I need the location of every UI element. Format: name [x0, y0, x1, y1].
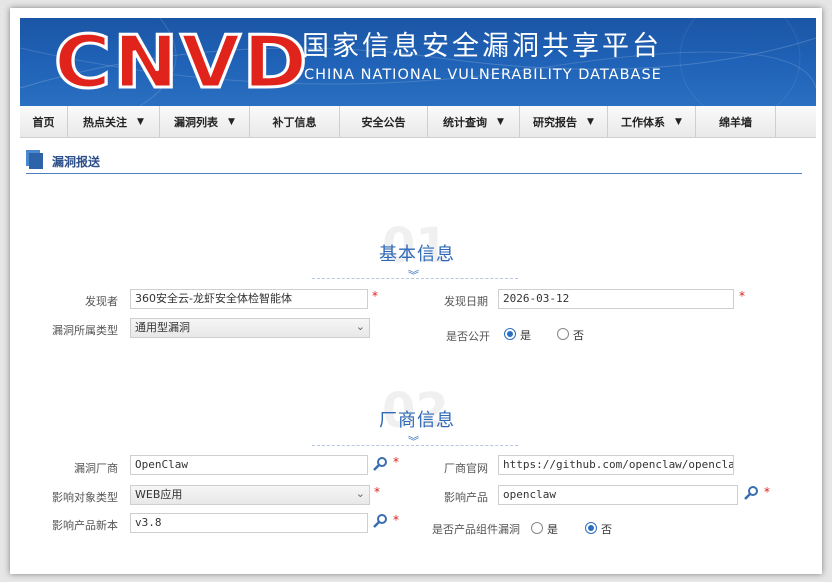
- group-title-vendor: 厂商信息: [379, 410, 455, 431]
- nav-item-stats[interactable]: 统计查询 ▼: [428, 106, 520, 138]
- public-label: 是否公开: [446, 330, 490, 343]
- vuln-type-label: 漏洞所属类型: [52, 324, 118, 337]
- public-no-radio[interactable]: [557, 328, 569, 340]
- site-banner: CNVD 国家信息安全漏洞共享平台 CHINA NATIONAL VULNERA…: [20, 18, 816, 106]
- vendor-site-input[interactable]: https://github.com/openclaw/openclaw: [498, 455, 734, 475]
- vendor-input[interactable]: OpenClaw: [130, 455, 368, 475]
- required-mark: *: [764, 485, 770, 499]
- nav-item-patch[interactable]: 补丁信息: [250, 106, 340, 138]
- target-type-label: 影响对象类型: [52, 491, 118, 504]
- caret-down-icon: ▼: [675, 117, 682, 127]
- page-frame: CNVD 国家信息安全漏洞共享平台 CHINA NATIONAL VULNERA…: [10, 8, 822, 574]
- nav-item-bulletin[interactable]: 安全公告: [340, 106, 428, 138]
- discoverer-label: 发现者: [85, 295, 118, 308]
- chevron-down-icon: ⌄: [355, 320, 365, 333]
- nav-item-system[interactable]: 工作体系 ▼: [608, 106, 696, 138]
- cnvd-logo[interactable]: CNVD: [52, 21, 310, 104]
- product-version-label: 影响产品新本: [52, 519, 118, 532]
- product-label: 影响产品: [444, 491, 488, 504]
- target-type-select[interactable]: WEB应用 ⌄: [130, 485, 370, 505]
- search-icon[interactable]: [372, 513, 388, 529]
- search-icon[interactable]: [743, 485, 759, 501]
- nav-item-reports[interactable]: 研究报告 ▼: [520, 106, 608, 138]
- product-version-input[interactable]: v3.8: [130, 513, 368, 533]
- required-mark: *: [374, 485, 380, 499]
- caret-down-icon: ▼: [497, 117, 504, 127]
- site-title-en: CHINA NATIONAL VULNERABILITY DATABASE: [304, 67, 662, 83]
- vuln-type-select[interactable]: 通用型漏洞 ⌄: [130, 318, 370, 338]
- vendor-label: 漏洞厂商: [74, 462, 118, 475]
- section-icon: [26, 150, 43, 169]
- discoverer-input[interactable]: 360安全云-龙虾安全体检智能体: [130, 289, 368, 309]
- required-mark: *: [393, 455, 399, 469]
- required-mark: *: [739, 289, 745, 303]
- section-header: 漏洞报送: [26, 150, 802, 174]
- chevron-down-icon: ⌄: [355, 487, 365, 500]
- group-title-basic: 基本信息: [379, 244, 455, 265]
- section-title: 漏洞报送: [52, 155, 101, 169]
- component-yes-radio[interactable]: [531, 522, 543, 534]
- vendor-site-label: 厂商官网: [444, 462, 488, 475]
- public-yes-label: 是: [520, 329, 531, 342]
- nav-item-sheep-wall[interactable]: 绵羊墙: [696, 106, 776, 138]
- public-yes-radio[interactable]: [504, 328, 516, 340]
- caret-down-icon: ▼: [137, 117, 144, 127]
- double-chevron-down-icon: ︾: [408, 435, 419, 448]
- component-vuln-label: 是否产品组件漏洞: [432, 523, 520, 536]
- nav-item-hot[interactable]: 热点关注 ▼: [68, 106, 160, 138]
- public-no-label: 否: [573, 329, 584, 342]
- main-nav: 首页 热点关注 ▼ 漏洞列表 ▼ 补丁信息 安全公告 统计查询 ▼ 研究报告 ▼ 工作体…: [20, 106, 816, 138]
- discover-date-label: 发现日期: [444, 295, 488, 308]
- nav-item-home[interactable]: 首页: [20, 106, 68, 138]
- discover-date-input[interactable]: 2026-03-12: [498, 289, 734, 309]
- search-icon[interactable]: [372, 456, 388, 472]
- product-input[interactable]: openclaw: [498, 485, 738, 505]
- caret-down-icon: ▼: [587, 117, 594, 127]
- required-mark: *: [393, 513, 399, 527]
- site-title-cn: 国家信息安全漏洞共享平台: [302, 31, 662, 62]
- component-no-label: 否: [601, 523, 612, 536]
- component-yes-label: 是: [547, 523, 558, 536]
- caret-down-icon: ▼: [228, 117, 235, 127]
- nav-item-vuln-list[interactable]: 漏洞列表 ▼: [160, 106, 250, 138]
- component-no-radio[interactable]: [585, 522, 597, 534]
- required-mark: *: [372, 289, 378, 303]
- double-chevron-down-icon: ︾: [408, 269, 419, 282]
